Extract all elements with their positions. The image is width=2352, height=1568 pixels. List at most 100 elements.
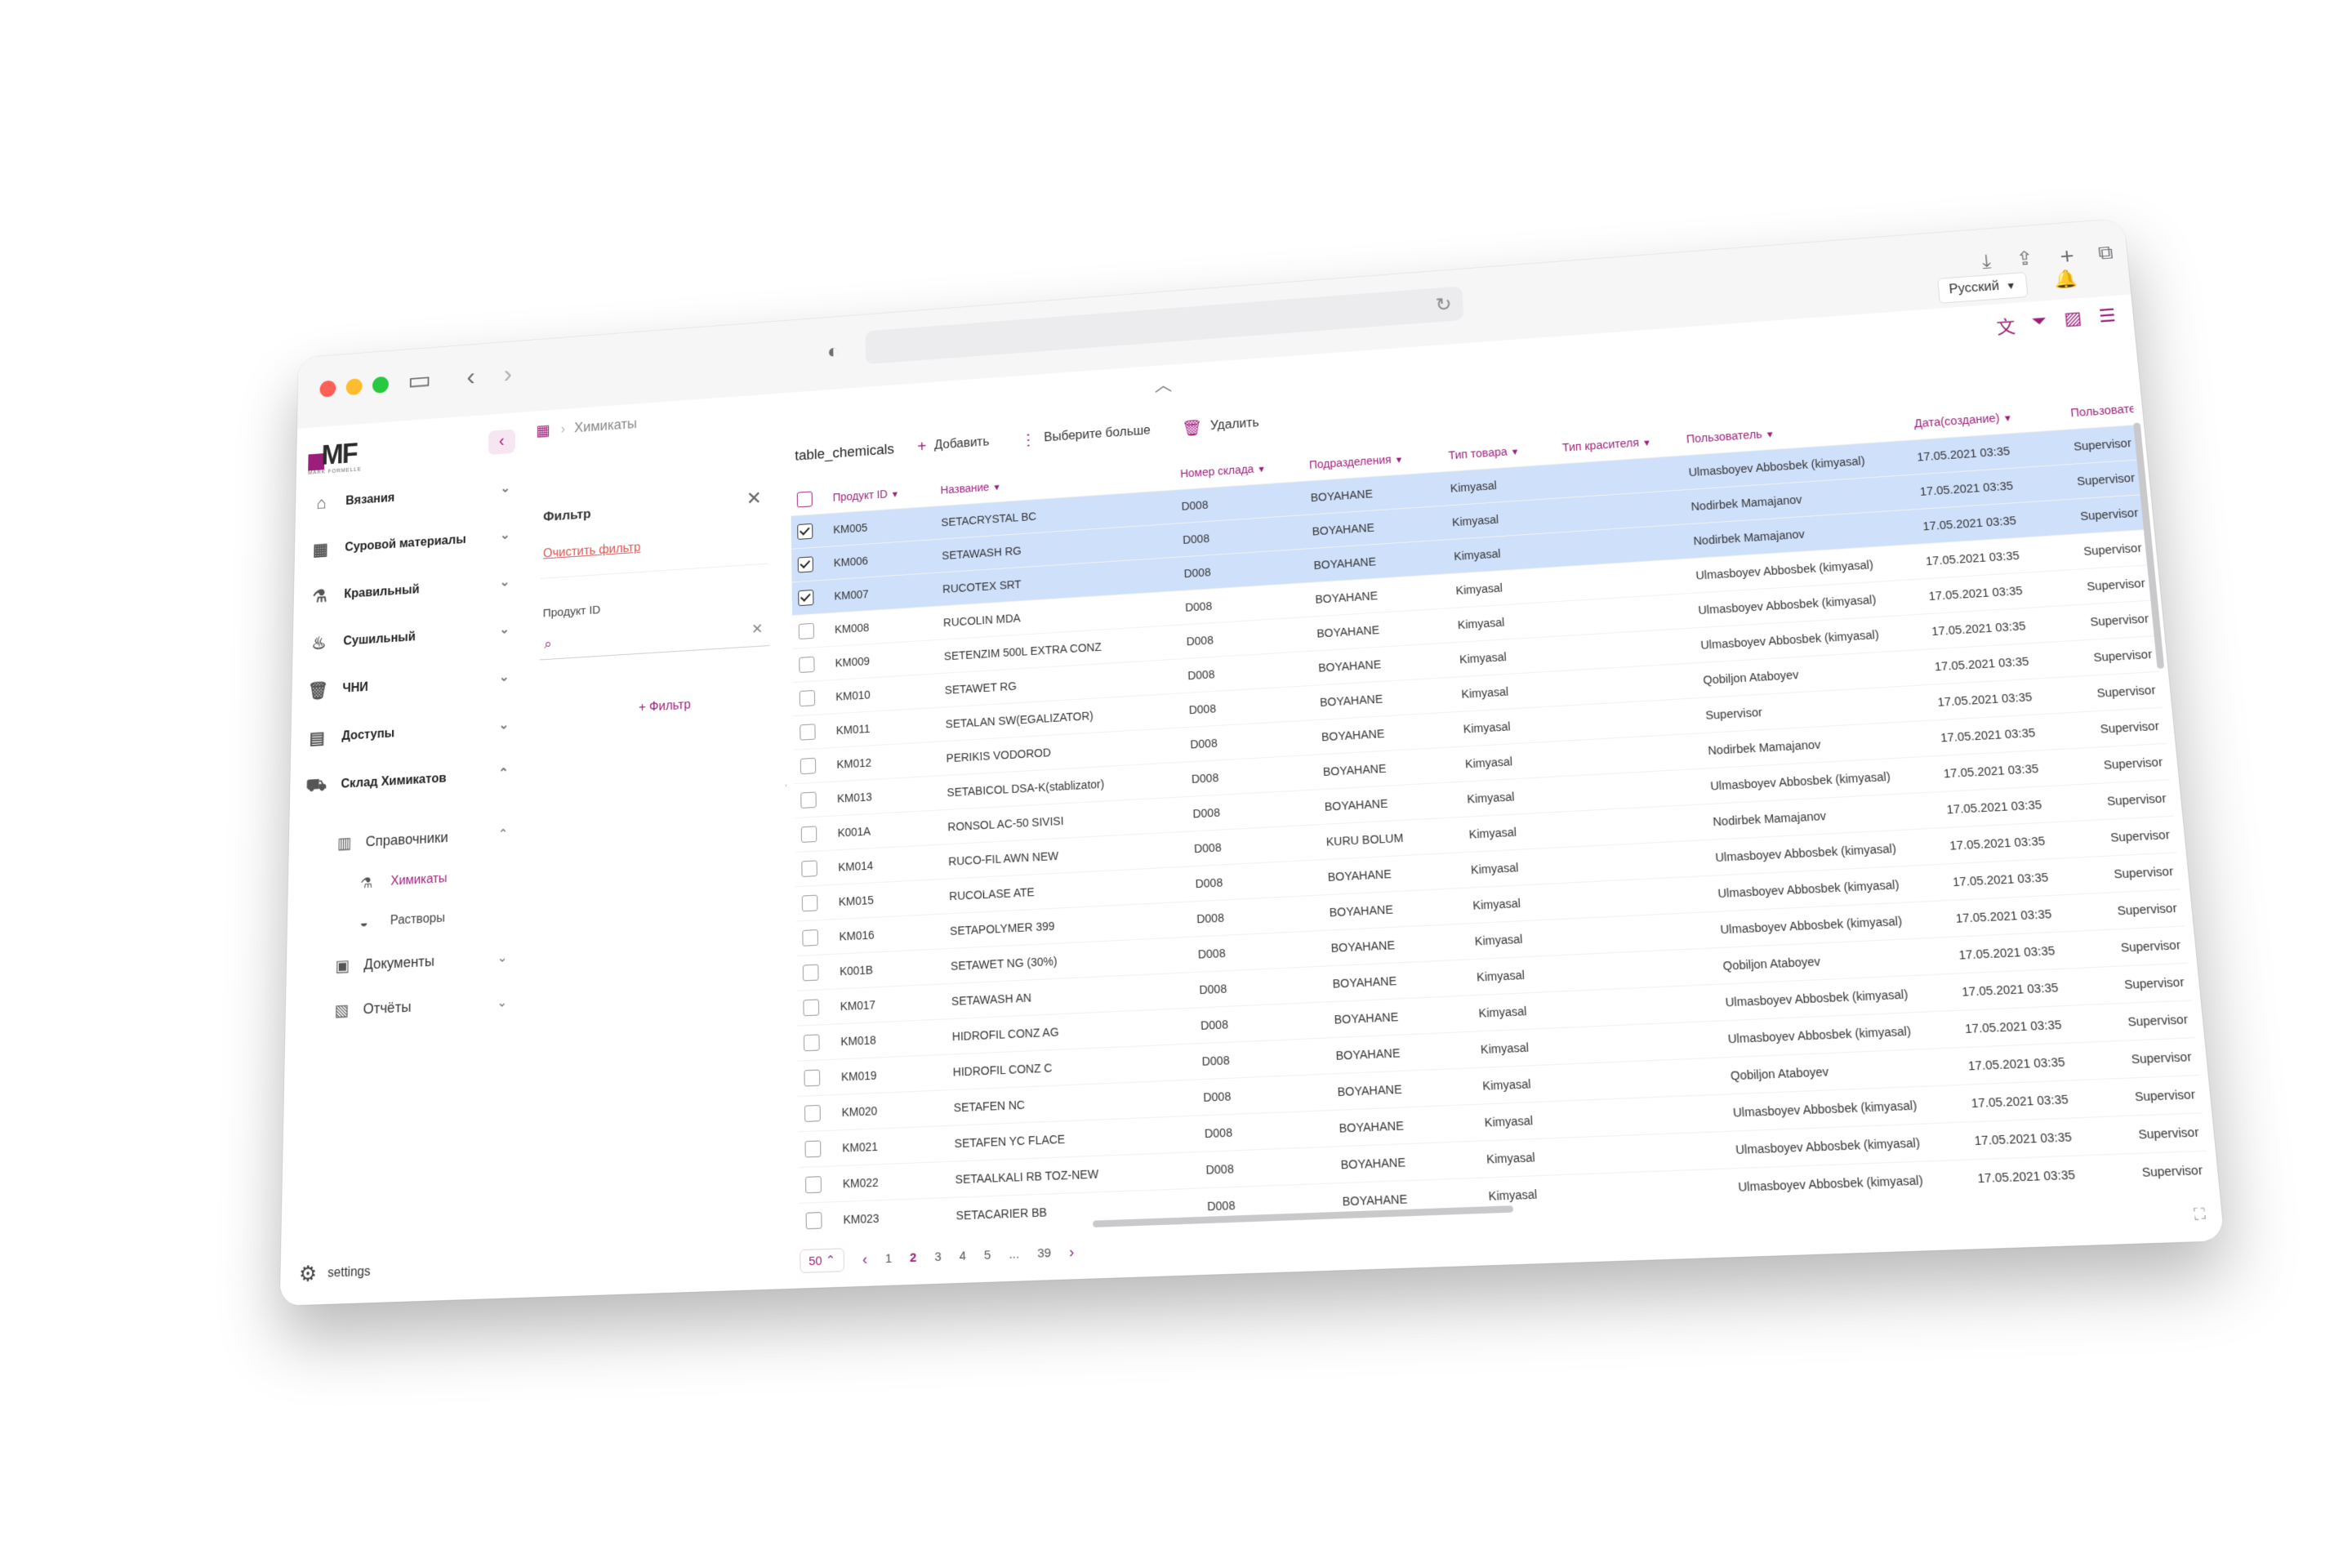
select-more-label: Выберите больше	[1044, 424, 1152, 445]
product-id-input[interactable]	[565, 620, 743, 655]
chevron-down-icon: ⌄	[497, 996, 508, 1010]
plus-icon: +	[917, 438, 927, 456]
more-vertical-icon: ⋮	[1020, 430, 1036, 449]
table-cell-dept: BOYAHANE	[1325, 959, 1472, 1002]
share-icon[interactable]: ⇪	[2016, 247, 2034, 270]
table-cell-id: KM014	[831, 844, 943, 885]
close-window-button[interactable]	[319, 380, 336, 398]
row-select-cell	[796, 989, 835, 1027]
column-header-label: Номер склада	[1179, 462, 1254, 480]
download-icon[interactable]: ⤓	[1981, 251, 1992, 273]
page-number[interactable]: 5	[984, 1248, 991, 1263]
table-cell-dye	[1595, 1094, 1728, 1137]
row-checkbox[interactable]	[804, 1104, 821, 1122]
page-number[interactable]: 39	[1037, 1245, 1051, 1260]
forward-icon[interactable]: ›	[504, 359, 513, 388]
new-tab-icon[interactable]: +	[2059, 243, 2075, 269]
row-checkbox[interactable]	[799, 689, 816, 707]
filter-icon[interactable]: ⏷	[2031, 310, 2048, 336]
filter-field-label: Продукт ID	[542, 603, 601, 621]
sidebar-item-label: Вязания	[345, 491, 395, 508]
row-checkbox[interactable]	[804, 1069, 821, 1087]
reload-icon[interactable]: ↻	[1435, 293, 1452, 317]
select-more-button[interactable]: ⋮ Выберите больше	[1020, 421, 1151, 450]
row-checkbox[interactable]	[797, 556, 813, 573]
row-checkbox[interactable]	[801, 894, 818, 912]
excel-export-icon[interactable]: ▨	[2063, 308, 2083, 335]
language-select[interactable]: Русский ▼	[1936, 271, 2029, 304]
table-cell-type: Kimyasal	[1459, 775, 1579, 817]
sidebar-menu: ⌂ Вязания ⌄ ▦ Суровой материалы ⌄ ⚗ Крав…	[285, 466, 525, 1035]
add-button[interactable]: + Добавить	[917, 434, 989, 457]
page-number[interactable]: 4	[959, 1249, 966, 1263]
row-checkbox[interactable]	[800, 724, 816, 741]
trash-icon: 🗑	[1182, 419, 1203, 438]
row-select-cell	[791, 546, 828, 582]
table-cell-user: Ulmasboyev Abbosbek (kimyasal)	[1730, 1159, 1972, 1206]
row-checkbox[interactable]	[805, 1176, 822, 1194]
table-cell-dept: BOYAHANE	[1328, 1031, 1475, 1075]
row-checkbox[interactable]	[798, 589, 814, 607]
sidebar-subitem-label: Документы	[363, 952, 435, 973]
fullscreen-icon[interactable]: ⛶	[2193, 1205, 2206, 1223]
table-cell-id: KM023	[836, 1197, 951, 1230]
prev-page-icon[interactable]: ‹	[862, 1250, 867, 1268]
column-header-label: Название	[940, 480, 990, 497]
row-checkbox[interactable]	[800, 791, 817, 808]
table-cell-id: K001A	[831, 809, 942, 851]
delete-button[interactable]: 🗑 Удалить	[1182, 413, 1259, 438]
row-checkbox[interactable]	[803, 1034, 820, 1052]
column-header-label: Продукт ID	[832, 488, 889, 504]
chevron-down-icon: ▼	[1256, 465, 1267, 475]
row-checkbox[interactable]	[798, 622, 814, 640]
collapse-header-icon[interactable]: ︿	[1154, 371, 1172, 397]
table-cell-dye	[1591, 1021, 1722, 1063]
row-checkbox[interactable]	[802, 929, 818, 947]
column-header-label: Дата(создание)	[1913, 411, 2001, 430]
clear-filter-link[interactable]: Очистить фильтр	[543, 541, 640, 562]
page-number[interactable]: 3	[934, 1250, 942, 1264]
collapse-sidebar-button[interactable]: ‹	[488, 429, 515, 456]
close-icon[interactable]: ✕	[746, 487, 762, 510]
column-settings-icon[interactable]: ☰	[2098, 305, 2118, 332]
row-checkbox[interactable]	[797, 523, 813, 540]
clear-input-icon[interactable]: ✕	[751, 621, 763, 638]
add-filter-button[interactable]: + Фильтр	[639, 698, 691, 715]
pagination: 50 ⌃ ‹ 1 2 3 4 5... 39 ›	[800, 1240, 1075, 1273]
back-icon[interactable]: ‹	[466, 363, 475, 391]
page-number[interactable]: 2	[910, 1250, 917, 1265]
row-checkbox[interactable]	[800, 757, 817, 775]
row-select-cell	[791, 579, 829, 616]
column-header-label: Пользователь	[1686, 427, 1763, 446]
page-number[interactable]: ...	[1009, 1246, 1019, 1261]
bell-icon[interactable]: 🔔	[2054, 268, 2079, 290]
breadcrumb-separator-icon: ›	[560, 421, 566, 437]
maximize-window-button[interactable]	[372, 376, 389, 394]
row-checkbox[interactable]	[805, 1212, 822, 1230]
translate-icon[interactable]: 文	[1995, 313, 2016, 340]
grid-home-icon[interactable]: ▦	[536, 421, 550, 440]
page-size-select[interactable]: 50 ⌃	[800, 1248, 845, 1273]
table-cell-date: 17.05.2021 03:35	[1959, 1040, 2127, 1085]
logo: MF MARK FORMELLE	[308, 436, 374, 476]
page-number[interactable]: 1	[885, 1251, 893, 1266]
sidebar-item-label: Кравильный	[344, 583, 420, 601]
next-page-icon[interactable]: ›	[1069, 1243, 1075, 1261]
settings-link[interactable]: ⚙ settings	[299, 1259, 371, 1287]
row-checkbox[interactable]	[800, 826, 817, 843]
chevron-down-icon: ▼	[1765, 430, 1775, 440]
tabs-overview-icon[interactable]: ⧉	[2097, 242, 2114, 264]
sidebar-toggle-icon[interactable]: ▭	[408, 366, 431, 396]
row-checkbox[interactable]	[803, 999, 820, 1017]
select-all-checkbox[interactable]	[796, 491, 813, 508]
book-icon: ▥	[336, 834, 352, 853]
language-label: Русский	[1948, 279, 2000, 297]
row-checkbox[interactable]	[802, 964, 819, 982]
row-checkbox[interactable]	[804, 1140, 822, 1158]
row-checkbox[interactable]	[799, 656, 815, 674]
minimize-window-button[interactable]	[345, 378, 363, 396]
flask-icon: ⚗	[360, 874, 373, 891]
shield-icon[interactable]: ◐	[827, 339, 840, 363]
row-checkbox[interactable]	[801, 860, 817, 878]
row-select-cell	[795, 850, 832, 887]
